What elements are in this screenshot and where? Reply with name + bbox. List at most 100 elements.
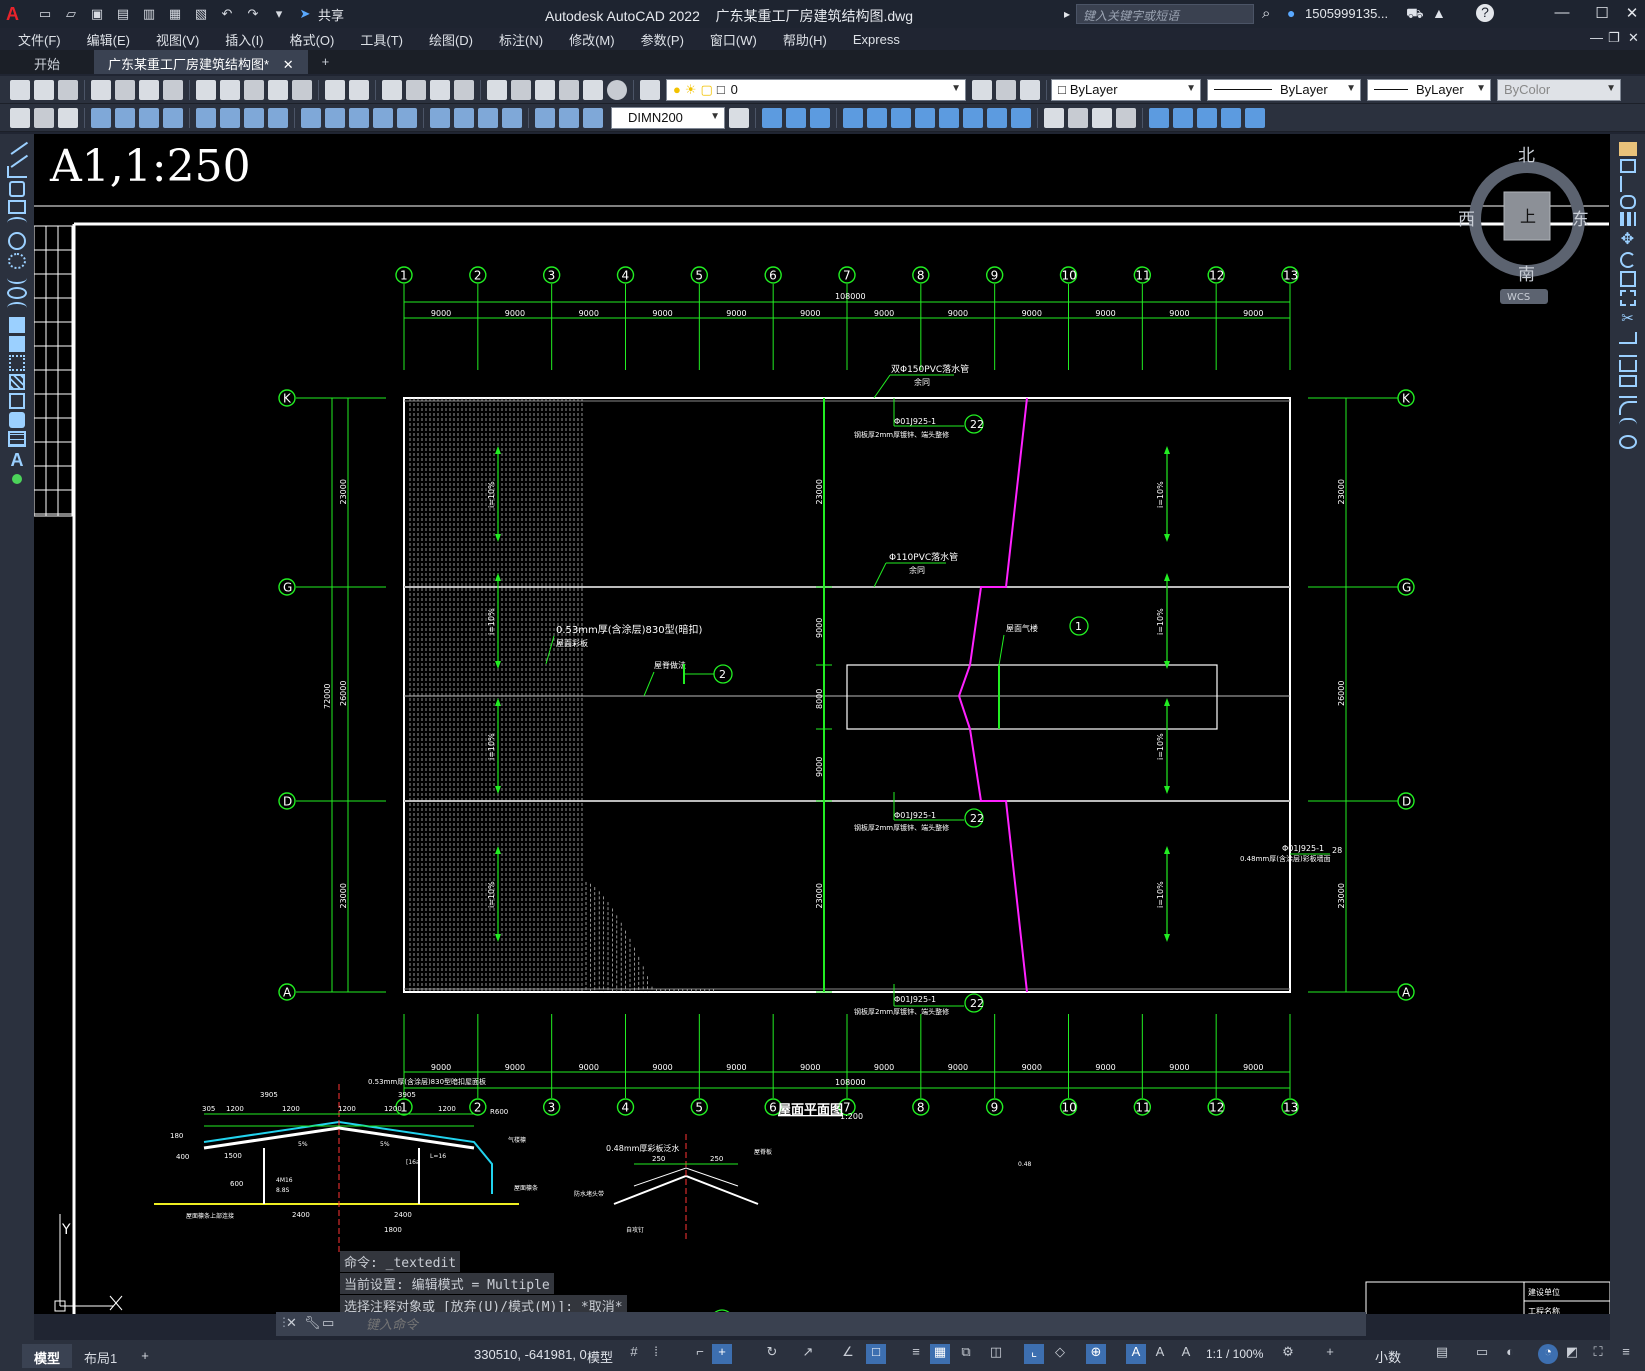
table-icon[interactable]	[8, 431, 26, 447]
zoom-previous-icon[interactable]	[454, 79, 474, 100]
quick-properties-icon[interactable]: ▤	[1432, 1344, 1452, 1364]
3d-print-icon[interactable]	[163, 79, 183, 100]
dimension-style-icon[interactable]	[729, 107, 749, 128]
new-tab-button[interactable]: +	[308, 50, 344, 74]
doc-close-button[interactable]: ✕	[1628, 30, 1639, 46]
break-point-icon[interactable]	[1618, 347, 1637, 357]
close-button[interactable]: ✕	[1620, 4, 1644, 24]
annotation-scale-value[interactable]: 1:1 / 100%	[1206, 1347, 1263, 1361]
plot-preview-icon[interactable]	[115, 79, 135, 100]
union-icon[interactable]	[963, 107, 983, 128]
insert-block-icon[interactable]	[9, 317, 25, 333]
customization-icon[interactable]: ≡	[1616, 1344, 1636, 1364]
baseline-dimension-icon[interactable]	[325, 107, 345, 128]
doc-minimize-button[interactable]: —	[1590, 30, 1603, 45]
jogged-linear-icon[interactable]	[502, 107, 522, 128]
arc-icon[interactable]	[7, 217, 27, 229]
add-selected-icon[interactable]	[12, 474, 22, 484]
share-label[interactable]: 共享	[318, 5, 344, 24]
ellipse-icon[interactable]	[7, 287, 27, 299]
shell-icon[interactable]	[1245, 107, 1265, 128]
gizmo-icon[interactable]: ⊕	[1086, 1344, 1106, 1364]
menu-format[interactable]: 格式(O)	[290, 30, 335, 49]
auto-scale-icon[interactable]: A	[1150, 1344, 1170, 1364]
redo-icon[interactable]	[349, 79, 369, 100]
open-web-icon[interactable]: ▥	[138, 4, 160, 24]
open-file-icon[interactable]: ▱	[60, 4, 82, 24]
extend-icon[interactable]	[1618, 332, 1637, 344]
ellipse-arc-icon[interactable]	[7, 302, 27, 314]
inspect-icon[interactable]	[478, 107, 498, 128]
block-editor-icon[interactable]	[292, 79, 312, 100]
autodesk-app-icon[interactable]: ▲	[1432, 5, 1446, 21]
layer-uniso-icon[interactable]	[58, 107, 78, 128]
rotate-icon[interactable]	[1619, 252, 1636, 268]
drawing-canvas[interactable]: A1,1:250 23000 9000 8000 9000 23000 i=10…	[34, 134, 1610, 1316]
chamfer-icon[interactable]	[1618, 390, 1637, 398]
loft-icon[interactable]	[939, 107, 959, 128]
tolerance-icon[interactable]	[430, 107, 450, 128]
publish-icon[interactable]	[139, 79, 159, 100]
new-icon[interactable]	[10, 79, 30, 100]
menu-window[interactable]: 窗口(W)	[710, 30, 757, 49]
tab-layout1[interactable]: 布局1	[72, 1344, 129, 1368]
tab-model[interactable]: 模型	[22, 1343, 73, 1368]
transparency-icon[interactable]: ▦	[930, 1344, 950, 1364]
isolate-objects-icon[interactable]: ◐	[1500, 1344, 1520, 1364]
menu-help[interactable]: 帮助(H)	[783, 30, 827, 49]
dimstyle-dropdown[interactable]: DIMN200 ▼	[611, 106, 725, 129]
menu-modify[interactable]: 修改(M)	[569, 30, 615, 49]
dimension-space-icon[interactable]	[373, 107, 393, 128]
layer-lock-icon[interactable]: ▢	[701, 82, 713, 98]
object-snap-tracking-icon[interactable]: ∠	[838, 1344, 858, 1364]
plotstyle-dropdown[interactable]: ByColor ▼	[1497, 78, 1621, 101]
design-center-icon[interactable]	[511, 79, 531, 100]
layer-match-icon[interactable]	[10, 107, 30, 128]
dimension-text-edit-icon[interactable]	[559, 107, 579, 128]
ordinate-dimension-icon[interactable]	[163, 107, 183, 128]
menu-insert[interactable]: 插入(I)	[225, 30, 263, 49]
hatch-icon[interactable]	[9, 374, 25, 390]
layer-previous-icon[interactable]	[996, 79, 1016, 100]
tab-drawing[interactable]: 广东某重工厂房建筑结构图* ✕	[94, 50, 308, 74]
array-icon[interactable]	[1619, 212, 1636, 226]
workspace-gear-icon[interactable]: ⚙	[1278, 1344, 1298, 1364]
maximize-button[interactable]: ☐	[1590, 4, 1614, 24]
match-properties-icon[interactable]	[268, 79, 288, 100]
cone-icon[interactable]	[810, 107, 830, 128]
model-space-button[interactable]: 模型	[587, 1347, 613, 1366]
linear-dimension-icon[interactable]	[91, 107, 111, 128]
iso-drafting-icon[interactable]: ↗	[798, 1344, 818, 1364]
tab-start[interactable]: 开始	[20, 50, 74, 74]
polar-tracking-icon[interactable]: ↻	[762, 1344, 782, 1364]
menu-draw[interactable]: 绘图(D)	[429, 30, 473, 49]
revcloud-icon[interactable]	[8, 253, 26, 269]
thicken-icon[interactable]	[1221, 107, 1241, 128]
object-snap-icon[interactable]: □	[866, 1344, 886, 1364]
viewcube-east[interactable]: 东	[1572, 210, 1589, 230]
selection-cycling-icon[interactable]: ⧉	[956, 1344, 976, 1364]
polygon-icon[interactable]	[9, 181, 25, 197]
zoom-realtime-icon[interactable]	[406, 79, 426, 100]
autocad-logo-icon[interactable]: A	[6, 3, 32, 25]
make-block-icon[interactable]	[9, 336, 25, 352]
add-layout-button[interactable]: +	[129, 1344, 161, 1368]
save-icon[interactable]: ▣	[86, 4, 108, 24]
open-icon[interactable]	[34, 79, 54, 100]
redo-icon[interactable]: ↷	[242, 4, 264, 24]
presspull-icon[interactable]	[867, 107, 887, 128]
clean-screen-icon[interactable]: ◩	[1562, 1344, 1582, 1364]
zoom-window-icon[interactable]	[430, 79, 450, 100]
copy-object-icon[interactable]	[1619, 159, 1636, 173]
menu-dimension[interactable]: 标注(N)	[499, 30, 543, 49]
viewcube-south[interactable]: 南	[1518, 265, 1535, 285]
units-value[interactable]: 小数	[1375, 1347, 1401, 1366]
continue-dimension-icon[interactable]	[349, 107, 369, 128]
jogged-dimension-icon[interactable]	[220, 107, 240, 128]
stretch-icon[interactable]	[1619, 290, 1636, 306]
dynamic-input-icon[interactable]: +	[712, 1344, 732, 1364]
annotation-visibility-icon[interactable]: A	[1126, 1344, 1146, 1364]
materials-icon[interactable]	[1092, 107, 1112, 128]
coordinate-readout[interactable]: 330510, -641981, 0	[474, 1347, 587, 1362]
layer-iso-icon[interactable]	[34, 107, 54, 128]
